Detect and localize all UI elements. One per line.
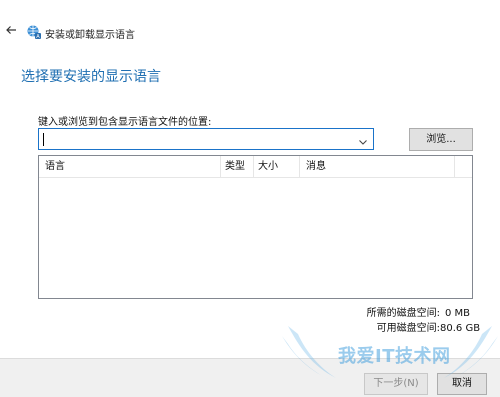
back-button[interactable]: [3, 24, 19, 40]
required-space-label: 所需的磁盘空间:: [366, 308, 440, 319]
svg-text:A: A: [36, 34, 40, 40]
text-caret: [43, 133, 44, 146]
language-globe-icon: A: [26, 24, 42, 40]
title-bar: A 安装或卸载显示语言: [0, 0, 500, 52]
required-space-row: 所需的磁盘空间: 0 MB: [300, 307, 470, 321]
cancel-button[interactable]: 取消: [437, 373, 487, 395]
page-title: 选择要安装的显示语言: [21, 69, 161, 85]
browse-button[interactable]: 浏览...: [409, 128, 473, 151]
available-space-row: 可用磁盘空间: 80.6 GB: [300, 322, 481, 336]
column-header-size[interactable]: 大小: [254, 156, 300, 178]
required-space-value: 0 MB: [444, 308, 470, 319]
path-label: 键入或浏览到包含显示语言文件的位置:: [38, 117, 212, 128]
available-space-value: 80.6 GB: [440, 323, 481, 334]
window-title: 安装或卸载显示语言: [45, 30, 135, 41]
column-header-type[interactable]: 类型: [221, 156, 254, 178]
path-input[interactable]: [38, 128, 374, 150]
chevron-down-icon[interactable]: [357, 133, 369, 145]
footer-bar: 下一步(N) 取消: [0, 358, 500, 397]
language-list[interactable]: 语言 类型 大小 消息: [38, 155, 473, 299]
available-space-label: 可用磁盘空间:: [376, 323, 440, 334]
column-header-language[interactable]: 语言: [39, 156, 221, 178]
next-button[interactable]: 下一步(N): [364, 373, 428, 395]
column-header-message[interactable]: 消息: [300, 156, 455, 178]
back-arrow-icon: [6, 26, 16, 34]
list-header: 语言 类型 大小 消息: [39, 156, 472, 178]
